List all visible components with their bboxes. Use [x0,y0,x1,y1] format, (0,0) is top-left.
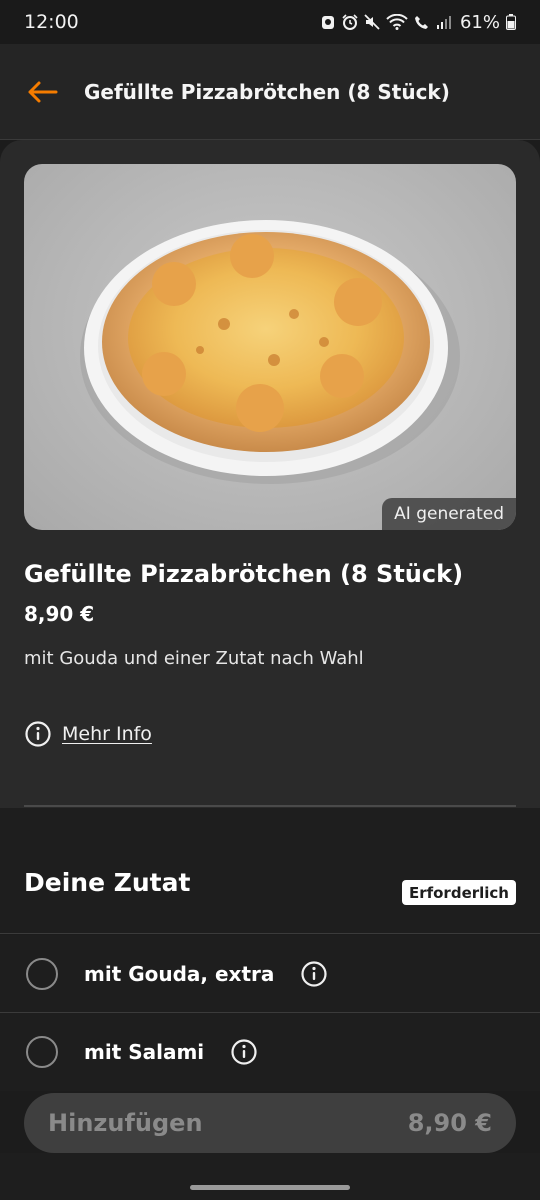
radio-button[interactable] [26,1036,58,1068]
option-label: mit Salami [84,1040,205,1064]
product-description: mit Gouda und einer Zutat nach Wahl [24,648,364,669]
add-button-label: Hinzufügen [48,1109,203,1137]
arrow-left-icon [28,81,58,102]
info-icon[interactable] [230,1038,258,1066]
option-label: mit Gouda, extra [84,961,275,986]
wifi-calling-icon [414,13,430,31]
add-button-price: 8,90 € [407,1109,492,1137]
more-info-link[interactable]: Mehr Info [24,720,152,748]
battery-icon [506,13,516,31]
app-bar: Gefüllte Pizzabrötchen (8 Stück) [0,44,540,140]
back-button[interactable] [22,72,62,112]
screen: 12:00 61% Gefüllte Pizzabrötchen (8 Stüc… [0,0,540,1200]
battery-percent: 61% [459,11,500,33]
product-card: AI generated Gefüllte Pizzabrötchen (8 S… [0,140,540,808]
option-gouda-extra[interactable]: mit Gouda, extra [0,935,540,1013]
status-icons: 61% [320,12,516,33]
info-icon [25,721,51,747]
bottom-area [0,1153,540,1200]
pizza-illustration [80,220,460,484]
signal-icon [436,13,452,31]
info-icon[interactable] [300,960,328,988]
mute-icon [364,13,380,31]
product-image: AI generated [24,164,516,530]
more-info-label: Mehr Info [62,723,152,745]
option-salami[interactable]: mit Salami [0,1013,540,1091]
divider [24,805,516,807]
add-to-cart-button[interactable]: Hinzufügen 8,90 € [24,1093,516,1153]
home-indicator[interactable] [190,1185,350,1190]
product-title: Gefüllte Pizzabrötchen (8 Stück) [24,560,464,588]
status-time: 12:00 [24,11,79,33]
app-bar-title: Gefüllte Pizzabrötchen (8 Stück) [84,79,450,104]
alarm-icon [342,13,358,31]
ingredient-section-header: Deine Zutat Erforderlich [0,808,540,934]
ai-generated-badge: AI generated [382,498,516,530]
notification-icon [320,13,336,31]
section-title: Deine Zutat [24,868,191,897]
status-bar: 12:00 61% [0,0,540,44]
radio-button[interactable] [26,957,58,990]
wifi-icon [386,13,408,31]
product-price: 8,90 € [24,602,95,626]
required-badge: Erforderlich [401,880,516,905]
